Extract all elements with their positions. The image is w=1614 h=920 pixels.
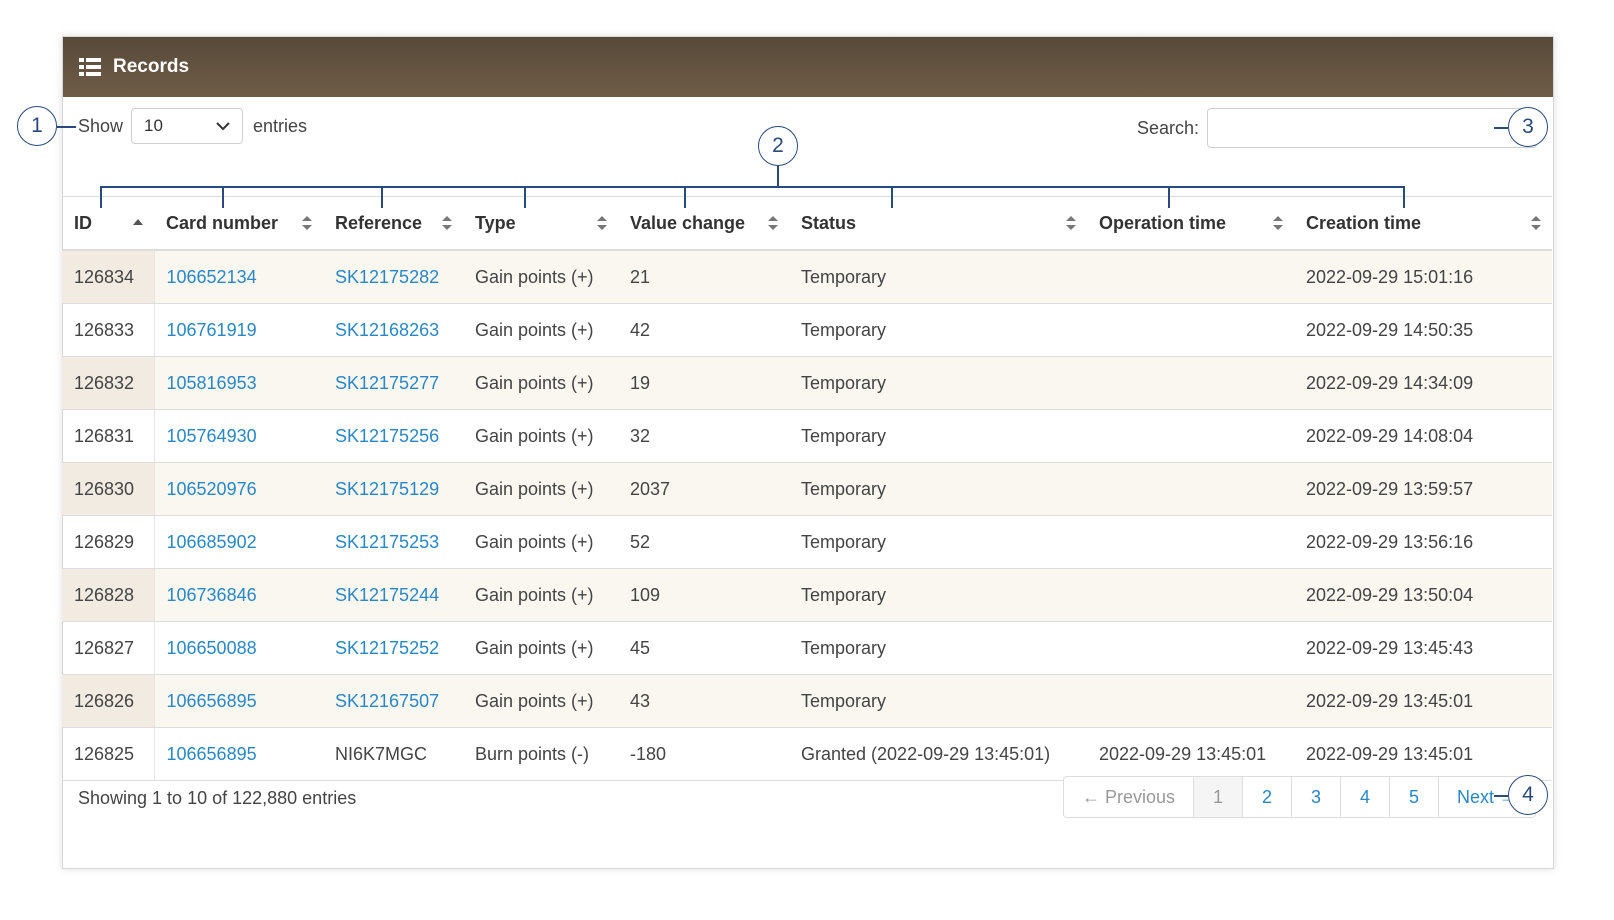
callout-2-tick — [1403, 186, 1405, 208]
list-icon — [79, 58, 101, 76]
callout-2-tick — [891, 186, 893, 208]
callout-2-tick — [222, 186, 224, 208]
callout-2-stem — [777, 166, 779, 186]
callout-2-tick — [684, 186, 686, 208]
callout-1-line — [57, 126, 76, 128]
records-panel: Records — [62, 36, 1554, 869]
panel-title: Records — [113, 56, 189, 78]
callout-1: 1 — [17, 106, 57, 146]
callout-2-tick — [381, 186, 383, 208]
callout-4: 4 — [1508, 775, 1548, 815]
callout-4-line — [1494, 795, 1508, 797]
panel-header: Records — [63, 37, 1553, 97]
callout-3: 3 — [1508, 107, 1548, 147]
callout-2-bracket — [100, 186, 1404, 188]
callout-3-line — [1494, 127, 1508, 129]
callout-2-tick — [1168, 186, 1170, 208]
callout-2: 2 — [758, 126, 798, 166]
callout-2-tick — [100, 186, 102, 208]
callout-2-tick — [524, 186, 526, 208]
